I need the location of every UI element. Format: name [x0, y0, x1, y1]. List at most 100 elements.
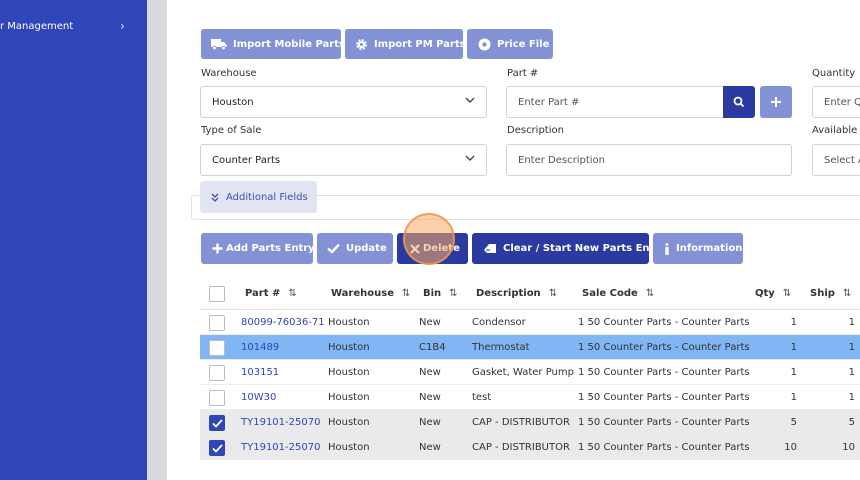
- cell-description: test: [472, 392, 492, 403]
- quantity-placeholder: Enter Q: [824, 96, 860, 108]
- sort-icon: ⇅: [782, 288, 792, 299]
- check-icon: [327, 243, 340, 254]
- cell-description: Gasket, Water Pump: [472, 367, 574, 378]
- check-icon: [211, 418, 223, 428]
- cell-warehouse: Houston: [328, 367, 370, 378]
- col-ship-label: Ship: [810, 288, 835, 299]
- sort-icon: ⇅: [449, 288, 458, 299]
- description-label: Description: [507, 125, 564, 136]
- row-checkbox[interactable]: [209, 315, 225, 331]
- cell-ship: 10: [842, 442, 855, 453]
- cell-bin: New: [419, 442, 441, 453]
- check-icon: [211, 443, 223, 453]
- chevron-right-icon: ›: [120, 19, 125, 33]
- sort-icon: ⇅: [645, 288, 655, 299]
- cell-qty: 1: [790, 317, 797, 328]
- plus-icon: [770, 93, 782, 112]
- row-checkbox[interactable]: [209, 340, 225, 356]
- clear-start-new-button[interactable]: Clear / Start New Parts Entry: [472, 233, 666, 264]
- col-part-label: Part #: [245, 288, 281, 299]
- delete-button[interactable]: Delete: [397, 233, 468, 264]
- part-number-link[interactable]: 101489: [241, 342, 279, 353]
- chevron-down-icon: [464, 94, 476, 109]
- part-search-button[interactable]: [723, 86, 755, 118]
- disc-icon: [478, 38, 491, 51]
- cell-warehouse: Houston: [328, 442, 370, 453]
- table-row[interactable]: TY19101-25070 Houston New CAP - DISTRIBU…: [200, 410, 860, 435]
- cell-sale-code: 1 50 Counter Parts - Counter Parts: [578, 392, 750, 403]
- row-checkbox[interactable]: [209, 440, 225, 456]
- sidebar-item-label: r Management: [0, 21, 74, 32]
- delete-label: Delete: [423, 243, 460, 254]
- cell-sale-code: 1 50 Counter Parts - Counter Parts: [578, 417, 750, 428]
- import-pm-parts-button[interactable]: Import PM Parts: [345, 29, 466, 59]
- clear-start-new-label: Clear / Start New Parts Entry: [503, 243, 666, 254]
- part-number-link[interactable]: 10W30: [241, 392, 276, 403]
- row-checkbox[interactable]: [209, 390, 225, 406]
- col-warehouse-label: Warehouse: [331, 288, 394, 299]
- col-qty-label: Qty: [755, 288, 775, 299]
- table-header: Part # ⇅ Warehouse ⇅ Bin ⇅ Description ⇅ Sal…: [200, 279, 860, 310]
- col-qty[interactable]: Qty ⇅: [755, 288, 791, 299]
- add-parts-entry-label: Add Parts Entry: [226, 243, 315, 254]
- add-parts-entry-button[interactable]: Add Parts Entry: [201, 233, 315, 264]
- cell-qty: 1: [790, 342, 797, 353]
- col-part[interactable]: Part # ⇅: [245, 288, 297, 299]
- available-placeholder: Select A: [824, 154, 860, 166]
- col-sale-code[interactable]: Sale Code ⇅: [582, 288, 654, 299]
- cell-ship: 1: [848, 317, 855, 328]
- row-checkbox[interactable]: [209, 365, 225, 381]
- description-placeholder: Enter Description: [518, 154, 605, 166]
- chevron-down-icon: [464, 152, 476, 167]
- cell-bin: New: [419, 367, 441, 378]
- col-warehouse[interactable]: Warehouse ⇅: [331, 288, 410, 299]
- import-mobile-parts-button[interactable]: Import Mobile Parts: [201, 29, 345, 59]
- type-of-sale-select[interactable]: Counter Parts: [200, 144, 487, 176]
- table-row[interactable]: TY19101-25070 Houston New CAP - DISTRIBU…: [200, 435, 860, 460]
- col-sale-code-label: Sale Code: [582, 288, 638, 299]
- cell-qty: 10: [784, 442, 797, 453]
- col-description-label: Description: [476, 288, 541, 299]
- eraser-icon: [483, 243, 497, 254]
- import-mobile-parts-label: Import Mobile Parts: [233, 38, 345, 50]
- information-button[interactable]: Information: [653, 233, 743, 264]
- cell-ship: 1: [848, 367, 855, 378]
- warehouse-label: Warehouse: [201, 68, 257, 79]
- part-number-input[interactable]: Enter Part #: [506, 86, 724, 118]
- col-bin[interactable]: Bin ⇅: [423, 288, 458, 299]
- cell-description: Condensor: [472, 317, 526, 328]
- cell-qty: 1: [790, 392, 797, 403]
- select-all-checkbox[interactable]: [209, 286, 225, 302]
- part-number-link[interactable]: TY19101-25070: [241, 442, 320, 453]
- col-description[interactable]: Description ⇅: [476, 288, 557, 299]
- available-select[interactable]: Select A: [812, 144, 860, 176]
- cell-bin: New: [419, 392, 441, 403]
- type-of-sale-value: Counter Parts: [212, 154, 281, 166]
- part-number-link[interactable]: TY19101-25070: [241, 417, 320, 428]
- part-number-link[interactable]: 103151: [241, 367, 279, 378]
- quantity-input[interactable]: Enter Q: [812, 86, 860, 118]
- sidebar-item-management[interactable]: r Management ›: [0, 19, 147, 37]
- table-row[interactable]: 103151 Houston New Gasket, Water Pump 1 …: [200, 360, 860, 385]
- close-icon: [410, 243, 420, 254]
- table-row[interactable]: 101489 Houston C1B4 Thermostat 1 50 Coun…: [200, 335, 860, 360]
- table-row[interactable]: 10W30 Houston New test 1 50 Counter Part…: [200, 385, 860, 410]
- table-body: 80099-76036-71 Houston New Condensor 1 5…: [200, 310, 860, 460]
- price-file-button[interactable]: Price File: [467, 29, 553, 59]
- table-row[interactable]: 80099-76036-71 Houston New Condensor 1 5…: [200, 310, 860, 335]
- update-button[interactable]: Update: [317, 233, 393, 264]
- col-ship[interactable]: Ship ⇅: [810, 288, 851, 299]
- add-part-button[interactable]: [760, 86, 792, 118]
- row-checkbox[interactable]: [209, 415, 225, 431]
- part-number-link[interactable]: 80099-76036-71: [241, 317, 325, 328]
- gear-icon: [355, 38, 368, 51]
- description-input[interactable]: Enter Description: [506, 144, 792, 176]
- cell-sale-code: 1 50 Counter Parts - Counter Parts: [578, 317, 750, 328]
- cell-ship: 1: [848, 342, 855, 353]
- cell-sale-code: 1 50 Counter Parts - Counter Parts: [578, 367, 750, 378]
- warehouse-select[interactable]: Houston: [200, 86, 487, 118]
- sort-icon: ⇅: [842, 288, 852, 299]
- cell-warehouse: Houston: [328, 342, 370, 353]
- additional-fields-toggle[interactable]: Additional Fields: [200, 181, 317, 213]
- cell-ship: 5: [848, 417, 855, 428]
